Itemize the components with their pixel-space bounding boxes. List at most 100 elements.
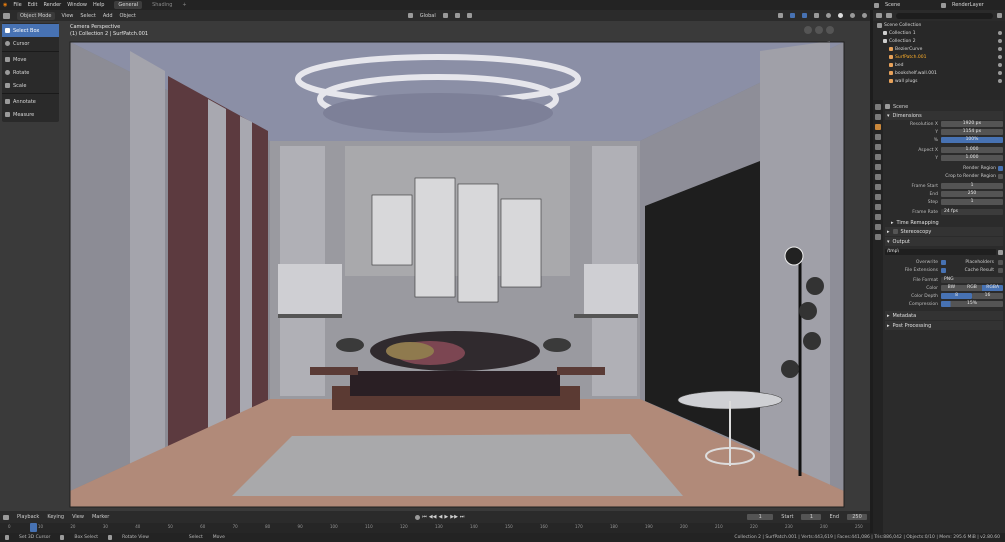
tool-rotate[interactable]: Rotate [2, 66, 59, 79]
tool-annotate[interactable]: Annotate [2, 95, 59, 108]
object-tab-icon[interactable] [875, 164, 881, 170]
gizmo-icon[interactable] [790, 13, 795, 18]
menu-render[interactable]: Render [43, 2, 61, 8]
add-workspace-icon[interactable]: + [182, 2, 186, 8]
modifier-tab-icon[interactable] [875, 174, 881, 180]
frame-start-field[interactable]: 1 [941, 183, 1003, 189]
outliner-item[interactable]: Collection 1 [873, 29, 1005, 37]
scene-tab-icon[interactable] [875, 144, 881, 150]
eye-icon[interactable] [998, 39, 1002, 43]
3d-viewport[interactable]: Camera Perspective (1) Collection 2 | Su… [0, 21, 870, 511]
outliner-item[interactable]: BezierCurve [873, 45, 1005, 53]
menu-help[interactable]: Help [93, 2, 104, 8]
frame-end-field[interactable]: 250 [941, 191, 1003, 197]
shading-rendered-icon[interactable] [862, 13, 867, 18]
next-key-icon[interactable]: ▶▶ [450, 514, 458, 520]
shading-solid-icon[interactable] [838, 13, 843, 18]
shading-wireframe-icon[interactable] [826, 13, 831, 18]
view-layer-tab-icon[interactable] [875, 134, 881, 140]
cache-result-checkbox[interactable] [998, 267, 1003, 273]
compression-slider[interactable]: 15% [941, 301, 1003, 307]
outliner-item[interactable]: bookshelf.wall.001 [873, 69, 1005, 77]
tool-measure[interactable]: Measure [2, 108, 59, 121]
panel-metadata[interactable]: ▸ Metadata [885, 311, 1003, 320]
panel-output[interactable]: ▾ Output [885, 237, 1003, 246]
tool-cursor[interactable]: Cursor [2, 37, 59, 50]
particles-tab-icon[interactable] [875, 184, 881, 190]
render-tab-icon[interactable] [875, 114, 881, 120]
outliner-item[interactable]: SurfPatch.001 [873, 53, 1005, 61]
current-frame-field[interactable]: 1 [747, 514, 774, 520]
viewport-menu-view[interactable]: View [62, 13, 74, 19]
aspect-y-field[interactable]: 1.000 [941, 155, 1003, 161]
snap-icon[interactable] [454, 13, 460, 18]
tab-shading[interactable]: Shading [148, 1, 176, 9]
timeline-menu-view[interactable]: View [72, 514, 84, 520]
play-icon[interactable]: ▶ [444, 514, 448, 520]
folder-icon[interactable] [998, 249, 1003, 255]
placeholders-checkbox[interactable] [998, 259, 1003, 265]
menu-file[interactable]: File [13, 2, 21, 8]
eye-icon[interactable] [998, 79, 1002, 83]
record-icon[interactable] [415, 514, 421, 520]
outliner-root[interactable]: Scene Collection [873, 21, 1005, 29]
aspect-x-field[interactable]: 1.000 [941, 147, 1003, 153]
eye-icon[interactable] [998, 63, 1002, 67]
outliner-item[interactable]: Collection 2 [873, 37, 1005, 45]
outliner-search-input[interactable] [896, 12, 993, 19]
outliner-item[interactable]: wall plugs [873, 77, 1005, 85]
panel-stereoscopy[interactable]: ▸ Stereoscopy [885, 227, 1003, 236]
blender-logo-icon[interactable]: ◉ [3, 2, 7, 8]
visibility-icon[interactable] [778, 13, 783, 18]
tool-move[interactable]: Move [2, 53, 59, 66]
tool-scale[interactable]: Scale [2, 79, 59, 92]
tool-select-box[interactable]: Select Box [2, 24, 59, 37]
constraints-tab-icon[interactable] [875, 204, 881, 210]
eye-icon[interactable] [998, 31, 1002, 35]
outliner-filter-funnel-icon[interactable] [997, 13, 1002, 18]
viewport-menu-add[interactable]: Add [103, 13, 113, 19]
eye-icon[interactable] [998, 55, 1002, 59]
file-format-dropdown[interactable]: PNG [941, 277, 1003, 283]
outliner-editor-icon[interactable] [876, 13, 882, 18]
start-frame-field[interactable]: 1 [801, 514, 822, 520]
resolution-x-field[interactable]: 1920 px [941, 121, 1003, 127]
timeline-menu-keying[interactable]: Keying [47, 514, 64, 520]
crop-render-region-checkbox[interactable] [998, 173, 1003, 179]
pivot-icon[interactable] [442, 13, 448, 18]
timeline-scrubber[interactable]: 0 10 20 30 40 50 60 70 80 90 100 110 120 130 140 150 160… [0, 523, 870, 533]
editor-type-icon[interactable] [3, 12, 10, 19]
data-tab-icon[interactable] [875, 214, 881, 220]
eye-icon[interactable] [998, 47, 1002, 51]
panel-post-processing[interactable]: ▸ Post Processing [885, 321, 1003, 330]
color-rgba-button[interactable]: RGBA [982, 285, 1004, 291]
physics-tab-icon[interactable] [875, 194, 881, 200]
scene-selector[interactable]: Scene [885, 2, 935, 8]
jump-end-icon[interactable]: ⏭ [460, 514, 465, 520]
transform-orientation-dropdown[interactable]: Global [420, 13, 436, 19]
outliner-item[interactable]: bed [873, 61, 1005, 69]
zoom-icon[interactable] [826, 26, 834, 34]
output-path-input[interactable]: /tmp\ [885, 249, 996, 255]
mode-dropdown[interactable]: Object Mode [17, 11, 55, 20]
play-reverse-icon[interactable]: ◀ [439, 514, 443, 520]
timeline-menu-marker[interactable]: Marker [92, 514, 109, 520]
material-tab-icon[interactable] [875, 224, 881, 230]
resolution-y-field[interactable]: 1154 px [941, 129, 1003, 135]
tab-general[interactable]: General [114, 1, 143, 9]
color-rgb-button[interactable]: RGB [961, 285, 983, 291]
tool-tab-icon[interactable] [875, 104, 881, 110]
xray-icon[interactable] [814, 13, 819, 18]
playhead[interactable] [30, 523, 37, 532]
jump-start-icon[interactable]: ⏮ [422, 514, 427, 520]
pan-hand-icon[interactable] [815, 26, 823, 34]
timeline-editor-icon[interactable] [3, 514, 9, 520]
camera-view-icon[interactable] [804, 26, 812, 34]
render-region-checkbox[interactable] [998, 165, 1003, 171]
panel-time-remapping[interactable]: ▸ Time Remapping [885, 218, 1003, 227]
color-bw-button[interactable]: BW [941, 285, 962, 291]
proportional-edit-icon[interactable] [466, 13, 472, 18]
color-depth-8-button[interactable]: 8 [941, 293, 972, 299]
menu-edit[interactable]: Edit [28, 2, 38, 8]
resolution-percent-field[interactable]: 100% [941, 137, 1003, 143]
